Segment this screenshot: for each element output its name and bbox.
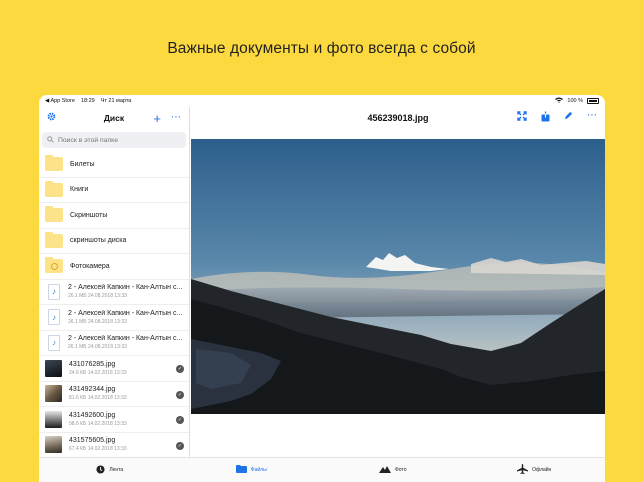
- item-meta: 67.4 КБ 14.02.2018 13:33: [69, 446, 127, 453]
- item-meta: 26.1 МБ 24.08.2018 13:33: [68, 344, 127, 351]
- folder-icon: [45, 180, 63, 197]
- offline-check-icon: ✓: [176, 390, 184, 399]
- list-item-image[interactable]: 431492344.jpg 81.6 КБ 14.02.2018 13:33 ✓: [39, 382, 189, 407]
- folder-icon: [45, 155, 63, 172]
- list-item-image[interactable]: 431492600.jpg 98.6 КБ 14.02.2018 13:33 ✓: [39, 407, 189, 433]
- tab-label: Лента: [109, 467, 124, 473]
- folder-icon: [45, 206, 63, 223]
- more-options-icon[interactable]: ⋯: [171, 113, 181, 123]
- list-item-folder[interactable]: Билеты: [39, 152, 189, 178]
- music-file-icon: ♪: [48, 309, 60, 326]
- list-item-image[interactable]: 431076285.jpg 24.6 КБ 14.02.2018 13:33 ✓: [39, 356, 189, 382]
- image-thumbnail: [45, 359, 62, 377]
- list-item-folder[interactable]: Фотокамера: [39, 254, 189, 280]
- item-meta: 26.1 МБ 24.08.2018 13:33: [68, 318, 127, 325]
- folder-search-field[interactable]: [42, 132, 186, 148]
- camera-folder-icon: [45, 257, 63, 274]
- item-meta: 24.6 КБ 14.02.2018 13:33: [69, 369, 127, 376]
- tab-label: Офлайн: [532, 467, 552, 473]
- list-item-audio[interactable]: ♪ 2 - Алексей Капкин - Кан-Алтын с... 26…: [39, 305, 189, 331]
- battery-level: 100 %: [567, 98, 583, 104]
- item-name: 2 - Алексей Капкин - Кан-Алтын с...: [68, 284, 183, 292]
- photo-preview[interactable]: [191, 139, 605, 414]
- item-name: 431575605.jpg: [69, 437, 116, 445]
- list-item-image[interactable]: 431575605.jpg 67.4 КБ 14.02.2018 13:33 ✓: [39, 433, 189, 458]
- image-thumbnail: [45, 410, 62, 428]
- status-time: 18:29: [80, 98, 95, 104]
- item-name: скриншоты диска: [70, 237, 127, 245]
- list-item-folder[interactable]: скриншоты диска: [39, 229, 189, 254]
- item-name: 431492600.jpg: [69, 411, 116, 419]
- item-meta: 98.6 КБ 14.02.2018 13:33: [69, 420, 127, 427]
- clock-icon: [96, 464, 105, 476]
- item-name: 2 - Алексей Капкин - Кан-Алтын с...: [68, 335, 183, 343]
- sidebar-title: Диск: [103, 113, 125, 123]
- item-name: 431492344.jpg: [69, 386, 116, 394]
- item-name: Фотокамера: [70, 262, 110, 270]
- item-name: 2 - Алексей Капкин - Кан-Алтын с...: [68, 309, 183, 317]
- back-to-app-store-link[interactable]: ◀ App Store: [45, 98, 75, 104]
- item-name: Скриншоты: [70, 211, 108, 219]
- folder-icon: [45, 231, 63, 248]
- item-meta: 81.6 КБ 14.02.2018 13:33: [69, 395, 127, 402]
- image-thumbnail: [45, 436, 62, 454]
- viewer-nav-bar: 456239018.jpg ⋯: [191, 107, 605, 129]
- list-item-folder[interactable]: Книги: [39, 178, 189, 203]
- music-file-icon: ♪: [48, 283, 60, 300]
- mountain-icon: [379, 465, 391, 475]
- offline-check-icon: ✓: [176, 416, 184, 424]
- search-input[interactable]: [58, 136, 178, 144]
- file-sidebar: Диск + ⋯ Билеты Книги Скриншоты: [39, 107, 190, 458]
- add-plus-icon[interactable]: +: [153, 112, 161, 125]
- search-icon: [47, 135, 54, 145]
- fullscreen-icon[interactable]: [517, 111, 527, 125]
- promo-headline: Важные документы и фото всегда с собой: [167, 40, 476, 57]
- item-name: Билеты: [70, 160, 95, 168]
- image-viewer: 456239018.jpg ⋯: [191, 107, 605, 457]
- tab-label: Фото: [395, 467, 407, 473]
- status-date: Чт 21 марта: [100, 98, 132, 104]
- item-name: 431076285.jpg: [69, 360, 116, 368]
- settings-gear-icon[interactable]: [47, 112, 56, 124]
- edit-pencil-icon[interactable]: [564, 111, 573, 125]
- tab-photos[interactable]: Фото: [322, 458, 464, 482]
- item-name: Книги: [70, 186, 89, 194]
- sidebar-nav-bar: Диск + ⋯: [39, 107, 189, 129]
- tab-label: Файлы: [250, 467, 267, 473]
- tab-offline[interactable]: Офлайн: [464, 458, 606, 482]
- list-item-audio[interactable]: ♪ 2 - Алексей Капкин - Кан-Алтын с... 26…: [39, 331, 189, 356]
- item-meta: 26.1 МБ 24.08.2018 13:33: [68, 293, 127, 300]
- bottom-tab-bar: Лента Файлы Фото Офлайн: [39, 457, 605, 482]
- tab-feed[interactable]: Лента: [39, 458, 181, 482]
- airplane-icon: [517, 464, 529, 476]
- folder-icon: [235, 465, 247, 475]
- list-item-folder[interactable]: Скриншоты: [39, 203, 189, 229]
- music-file-icon: ♪: [48, 334, 60, 351]
- offline-check-icon: ✓: [176, 441, 184, 450]
- share-icon[interactable]: [541, 110, 550, 125]
- tablet-screen: ◀ App Store 18:29 Чт 21 марта 100 % Диск…: [39, 95, 605, 482]
- status-bar: ◀ App Store 18:29 Чт 21 марта 100 %: [39, 95, 605, 107]
- list-item-audio[interactable]: ♪ 2 - Алексей Капкин - Кан-Алтын с... 26…: [39, 280, 189, 305]
- image-thumbnail: [45, 385, 62, 403]
- wifi-icon: [555, 97, 564, 105]
- offline-check-icon: ✓: [176, 365, 184, 373]
- tab-files[interactable]: Файлы: [181, 458, 323, 482]
- more-options-icon[interactable]: ⋯: [587, 111, 597, 125]
- file-list: Билеты Книги Скриншоты скриншоты диска Ф…: [39, 152, 189, 458]
- battery-icon: [587, 98, 599, 104]
